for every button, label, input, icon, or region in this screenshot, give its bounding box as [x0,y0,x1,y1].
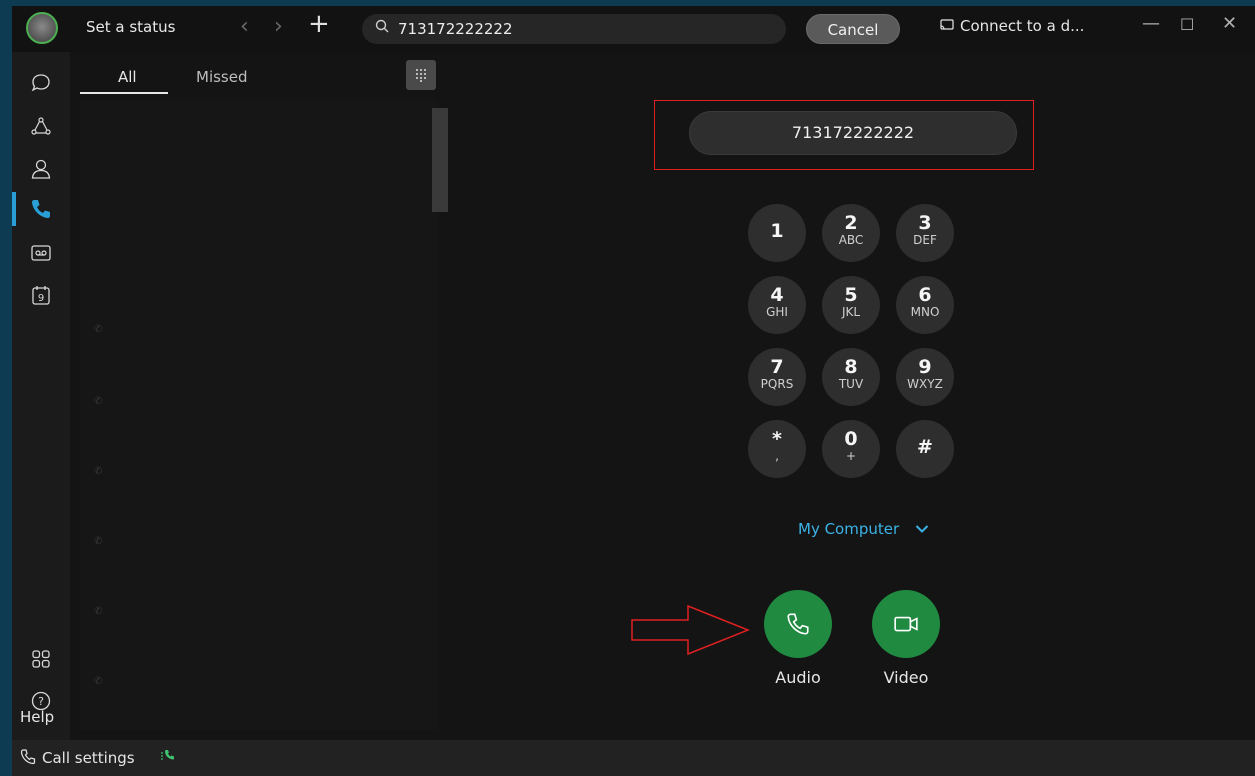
call-history-panel: All Missed ✆ ✆ ✆ ✆ ✆ ✆ [70,52,450,740]
maximize-icon[interactable]: ☐ [1180,15,1194,34]
key-8[interactable]: 8 TUV [822,348,880,406]
key-digit: 6 [918,284,932,306]
key-letters: PQRS [760,377,794,391]
key-1[interactable]: 1 [748,204,806,262]
key-2[interactable]: 2 ABC [822,204,880,262]
active-tab-underline [80,92,168,94]
calendar-icon[interactable]: 9 [24,278,58,312]
webex-app-window: Set a status ‹ › + Cancel Connect to a d… [12,6,1255,776]
call-row-icon: ✆ [94,676,103,687]
key-digit: 1 [770,220,784,242]
minimize-icon[interactable]: — [1142,13,1160,34]
chevron-down-icon [915,520,929,538]
active-indicator [12,192,16,226]
connected-phone-icon [160,749,178,767]
search-icon [375,19,389,37]
help-label[interactable]: Help [20,708,54,726]
key-digit: 9 [918,356,932,378]
key-7[interactable]: 7 PQRS [748,348,806,406]
key-hash[interactable]: # [896,420,954,478]
call-settings-icon[interactable] [20,749,36,769]
key-6[interactable]: 6 MNO [896,276,954,334]
number-highlight-box: 713172222222 [654,100,1034,170]
apps-icon[interactable] [24,642,58,676]
red-arrow-annotation [631,604,751,656]
key-digit: # [917,436,933,458]
call-row-icon: ✆ [94,324,103,335]
key-4[interactable]: 4 GHI [748,276,806,334]
search-input[interactable] [398,17,778,41]
tab-all[interactable]: All [118,68,137,86]
key-letters: JKL [841,305,861,319]
key-letters: DEF [913,233,937,247]
call-row-icon: ✆ [94,606,103,617]
key-star[interactable]: * , [748,420,806,478]
forward-arrow-icon[interactable]: › [274,14,283,40]
audio-call-button[interactable] [764,590,832,658]
calling-icon[interactable] [24,192,58,226]
key-letters: ABC [838,233,864,247]
device-selector[interactable]: My Computer [798,520,929,538]
dialpad-grid-icon [416,69,426,82]
key-0[interactable]: 0 + [822,420,880,478]
title-bar: Set a status ‹ › + Cancel Connect to a d… [12,6,1255,52]
contacts-icon[interactable] [24,152,58,186]
key-letters: WXYZ [907,377,943,391]
search-bar[interactable] [362,14,786,44]
key-digit: 8 [844,356,858,378]
key-letters: TUV [838,377,864,391]
plus-icon[interactable]: + [308,11,330,37]
cast-icon [940,19,954,35]
key-letters: + [845,449,857,463]
device-label: My Computer [798,520,900,538]
key-digit: 4 [770,284,784,306]
connect-device-button[interactable]: Connect to a d... [940,17,1084,35]
key-digit: * [772,428,782,450]
cancel-button[interactable]: Cancel [806,14,900,44]
messaging-icon[interactable] [24,66,58,100]
call-row-icon: ✆ [94,396,103,407]
key-digit: 0 [844,428,858,450]
key-digit: 7 [770,356,784,378]
back-arrow-icon[interactable]: ‹ [240,14,249,40]
key-letters: MNO [910,305,940,319]
connect-device-label: Connect to a d... [960,17,1085,35]
teams-icon[interactable] [24,110,58,144]
left-navigation-rail: 9 ? Help [12,52,70,740]
list-scrollbar[interactable] [432,108,448,212]
set-status-button[interactable]: Set a status [86,18,175,36]
voicemail-icon[interactable] [24,236,58,270]
call-history-list[interactable]: ✆ ✆ ✆ ✆ ✆ ✆ [80,100,438,730]
key-3[interactable]: 3 DEF [896,204,954,262]
key-letters: , [775,449,779,463]
video-label: Video [883,668,929,687]
key-letters: GHI [766,305,788,319]
key-digit: 2 [844,212,858,234]
svg-text:?: ? [38,695,44,708]
dial-number-field[interactable]: 713172222222 [689,111,1017,155]
close-icon[interactable]: ✕ [1222,13,1237,34]
dialpad-toggle-button[interactable] [406,60,436,90]
key-digit: 3 [918,212,932,234]
call-row-icon: ✆ [94,466,103,477]
audio-label: Audio [775,668,821,687]
key-digit: 5 [844,284,858,306]
status-bar: Call settings [12,740,1255,776]
video-call-button[interactable] [872,590,940,658]
dialpad-panel: 713172222222 1 2 ABC 3 DEF 4 GHI 5 JKL 6… [450,52,1255,740]
key-9[interactable]: 9 WXYZ [896,348,954,406]
key-5[interactable]: 5 JKL [822,276,880,334]
avatar[interactable] [26,12,58,44]
tab-missed[interactable]: Missed [196,68,248,86]
phone-icon [787,613,809,635]
call-row-icon: ✆ [94,536,103,547]
svg-text:9: 9 [38,293,44,304]
call-settings-label[interactable]: Call settings [42,749,135,767]
video-camera-icon [894,616,918,632]
